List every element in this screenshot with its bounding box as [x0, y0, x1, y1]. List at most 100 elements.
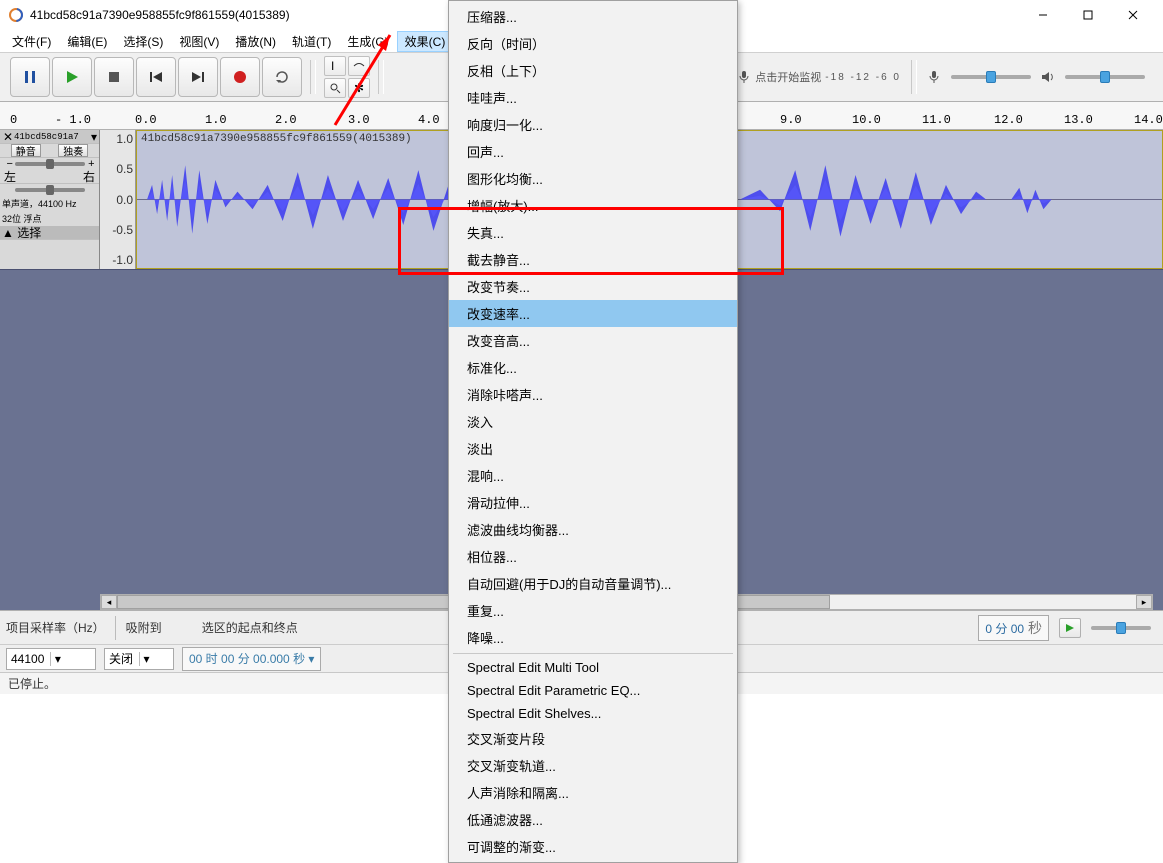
- effects-menu-item[interactable]: 反相（上下）: [449, 57, 737, 84]
- scale-tick: 0.0: [116, 193, 133, 207]
- scroll-left-button[interactable]: ◂: [101, 595, 117, 609]
- effects-menu-item[interactable]: 图形化均衡...: [449, 165, 737, 192]
- multi-tool-button[interactable]: ✻: [348, 78, 370, 98]
- mute-button[interactable]: 静音: [11, 144, 41, 157]
- effects-menu-item[interactable]: Spectral Edit Parametric EQ...: [449, 679, 737, 702]
- skip-end-button[interactable]: [178, 57, 218, 97]
- playback-volume-slider[interactable]: [1065, 75, 1145, 79]
- effects-menu-item[interactable]: 截去静音...: [449, 246, 737, 273]
- play-at-speed-toolbar: [1059, 618, 1157, 638]
- effects-menu-item[interactable]: 相位器...: [449, 543, 737, 570]
- effects-menu-item[interactable]: 可调整的渐变...: [449, 833, 737, 860]
- project-rate-combo[interactable]: 44100 ▾: [6, 648, 96, 670]
- effects-menu-item[interactable]: 滑动拉伸...: [449, 489, 737, 516]
- menu-item-2[interactable]: 选择(S): [115, 31, 171, 52]
- ruler-label: 10.0: [852, 113, 881, 127]
- effects-menu-item[interactable]: 压缩器...: [449, 3, 737, 30]
- track-format-label: 单声道，44100 Hz: [0, 196, 99, 211]
- menu-item-6[interactable]: 生成(G): [339, 31, 396, 52]
- effects-menu-item[interactable]: Spectral Edit Multi Tool: [449, 656, 737, 679]
- track-close-button[interactable]: ✕: [2, 130, 14, 144]
- effects-menu-item[interactable]: 增幅(放大)...: [449, 192, 737, 219]
- scroll-right-button[interactable]: ▸: [1136, 595, 1152, 609]
- record-meter[interactable]: 点击开始监视 -18 -12 -6 0: [731, 65, 907, 89]
- effects-menu-item[interactable]: 回声...: [449, 138, 737, 165]
- menu-item-4[interactable]: 播放(N): [227, 31, 284, 52]
- ruler-label: 3.0: [348, 113, 370, 127]
- effects-menu-item[interactable]: 低通滤波器...: [449, 806, 737, 833]
- selection-end-time[interactable]: 0 分 00 秒: [978, 615, 1049, 641]
- loop-button[interactable]: [262, 57, 302, 97]
- menu-item-0[interactable]: 文件(F): [4, 31, 59, 52]
- solo-button[interactable]: 独奏: [58, 144, 88, 157]
- play-button[interactable]: [52, 57, 92, 97]
- scale-tick: 1.0: [116, 132, 133, 146]
- record-volume-slider[interactable]: [951, 75, 1031, 79]
- close-button[interactable]: [1110, 0, 1155, 30]
- stop-button[interactable]: [94, 57, 134, 97]
- effects-menu-item[interactable]: 淡出: [449, 435, 737, 462]
- track-menu-button[interactable]: ▾: [91, 130, 97, 144]
- skip-start-button[interactable]: [136, 57, 176, 97]
- effects-menu-item[interactable]: 淡入: [449, 408, 737, 435]
- menu-separator: [453, 653, 733, 654]
- gain-slider[interactable]: −+: [15, 162, 85, 166]
- ruler-label: 0: [10, 113, 17, 127]
- pan-slider[interactable]: [15, 188, 85, 192]
- chevron-down-icon: ▾: [305, 652, 314, 666]
- effects-menu-item[interactable]: 改变节奏...: [449, 273, 737, 300]
- effects-menu-item[interactable]: 交叉渐变片段: [449, 725, 737, 752]
- effects-menu-item[interactable]: 改变音高...: [449, 327, 737, 354]
- effects-menu-item[interactable]: 哇哇声...: [449, 84, 737, 111]
- chevron-down-icon: ▾: [139, 652, 153, 666]
- effects-menu-item[interactable]: 失真...: [449, 219, 737, 246]
- zoom-tool-button[interactable]: [324, 78, 346, 98]
- mixer-sliders: [921, 65, 1157, 89]
- effects-menu-item[interactable]: 自动回避(用于DJ的自动音量调节)...: [449, 570, 737, 597]
- svg-text:I: I: [331, 60, 334, 72]
- menu-item-1[interactable]: 编辑(E): [59, 31, 115, 52]
- ruler-label: 9.0: [780, 113, 802, 127]
- effects-menu-item[interactable]: 重复...: [449, 597, 737, 624]
- effects-menu-item[interactable]: 消除咔嗒声...: [449, 381, 737, 408]
- toolbar-separator: [378, 60, 384, 94]
- snap-combo[interactable]: 关闭 ▾: [104, 648, 174, 670]
- track-control-panel[interactable]: ✕ 41bcd58c91a7 ▾ 静音 独奏 −+ 左 右 单声道，44100 …: [0, 130, 100, 269]
- effects-menu-item[interactable]: 标准化...: [449, 354, 737, 381]
- scale-tick: -0.5: [112, 223, 133, 237]
- effects-menu-item[interactable]: 改变速率...: [449, 300, 737, 327]
- effects-menu-item[interactable]: Spectral Edit Shelves...: [449, 702, 737, 725]
- pause-button[interactable]: [10, 57, 50, 97]
- project-rate-label: 项目采样率（Hz）: [6, 619, 105, 636]
- selection-tool-button[interactable]: I: [324, 56, 346, 76]
- microphone-icon: [737, 70, 751, 84]
- menu-item-7[interactable]: 效果(C): [397, 31, 454, 52]
- pan-left-label: 左: [4, 168, 16, 185]
- effects-menu-item[interactable]: 响度归一化...: [449, 111, 737, 138]
- record-button[interactable]: [220, 57, 260, 97]
- envelope-tool-button[interactable]: [348, 56, 370, 76]
- effects-menu-item[interactable]: 反向（时间）: [449, 30, 737, 57]
- effects-menu-item[interactable]: 人声消除和隔离...: [449, 779, 737, 806]
- menu-item-5[interactable]: 轨道(T): [284, 31, 339, 52]
- selection-start-time[interactable]: 00 时 00 分 00.000 秒 ▾: [182, 647, 321, 671]
- menu-item-3[interactable]: 视图(V): [171, 31, 227, 52]
- play-at-speed-button[interactable]: [1059, 618, 1081, 638]
- snap-label: 吸附到: [126, 619, 162, 636]
- status-text: 已停止。: [8, 675, 56, 692]
- play-speed-slider[interactable]: [1091, 626, 1151, 630]
- maximize-button[interactable]: [1065, 0, 1110, 30]
- effects-menu-dropdown[interactable]: 压缩器...反向（时间）反相（上下）哇哇声...响度归一化...回声...图形化…: [448, 0, 738, 863]
- effects-menu-item[interactable]: 降噪...: [449, 624, 737, 651]
- pan-right-label: 右: [83, 168, 95, 185]
- ruler-label: 2.0: [275, 113, 297, 127]
- effects-menu-item[interactable]: 滤波曲线均衡器...: [449, 516, 737, 543]
- effects-menu-item[interactable]: 混响...: [449, 462, 737, 489]
- ruler-label: 13.0: [1064, 113, 1093, 127]
- toolbar-separator: [911, 60, 917, 94]
- scale-tick: 0.5: [116, 162, 133, 176]
- effects-menu-item[interactable]: 交叉渐变轨道...: [449, 752, 737, 779]
- ruler-label: 4.0: [418, 113, 440, 127]
- minimize-button[interactable]: [1020, 0, 1065, 30]
- track-collapse-button[interactable]: ▲ 选择: [2, 224, 41, 241]
